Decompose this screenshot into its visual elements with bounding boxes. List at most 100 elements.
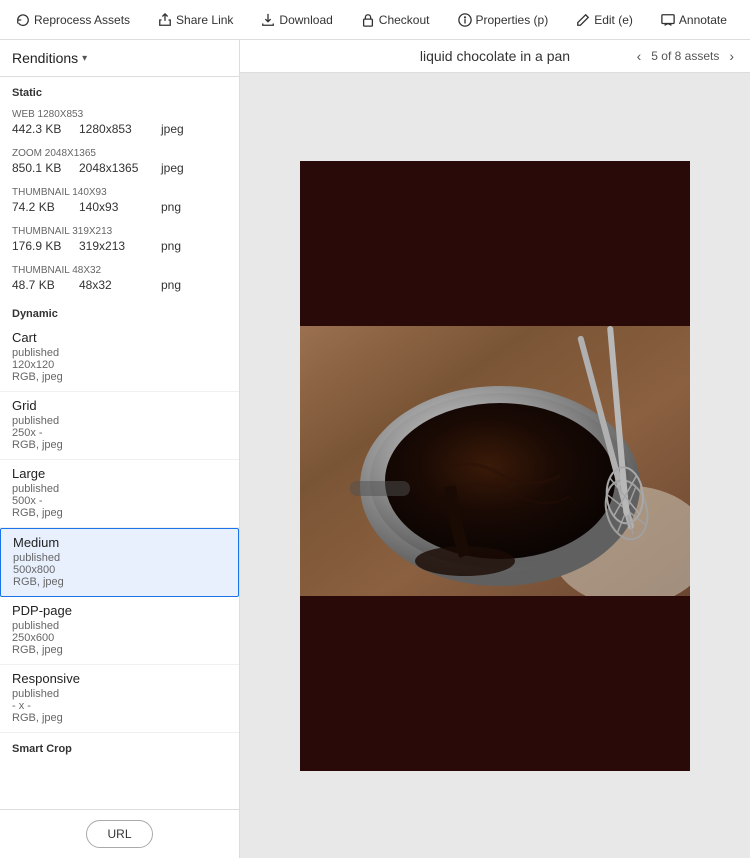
dynamic-item-meta1: published [12, 483, 227, 495]
chocolate-svg [300, 326, 690, 596]
rendition-format: png [161, 200, 181, 214]
chevron-down-icon[interactable]: ▾ [82, 53, 87, 64]
edit-icon [576, 13, 590, 27]
image-middle-section [300, 326, 690, 596]
rendition-details: 74.2 KB 140x93 png [12, 200, 227, 214]
dynamic-rendition-item[interactable]: Cart published 120x120 RGB, jpeg [0, 324, 239, 392]
rendition-details: 48.7 KB 48x32 png [12, 278, 227, 292]
dynamic-item-meta2: - x - [12, 700, 227, 712]
prev-asset-button[interactable]: ‹ [633, 46, 646, 66]
right-panel: liquid chocolate in a pan ‹ 5 of 8 asset… [240, 40, 750, 858]
dynamic-rendition-item[interactable]: Responsive published - x - RGB, jpeg [0, 665, 239, 733]
dynamic-item-meta2: 500x - [12, 495, 227, 507]
dynamic-item-meta1: published [12, 347, 227, 359]
image-display [300, 161, 690, 771]
dynamic-items-list: Cart published 120x120 RGB, jpeg Grid pu… [0, 324, 239, 733]
dynamic-item-meta2: 250x - [12, 427, 227, 439]
dynamic-item-name: Medium [13, 535, 226, 550]
reprocess-icon [16, 13, 30, 27]
dynamic-item-meta3: RGB, jpeg [12, 712, 227, 724]
url-button[interactable]: URL [86, 820, 152, 848]
dynamic-item-meta1: published [12, 415, 227, 427]
rendition-details: 850.1 KB 2048x1365 jpeg [12, 161, 227, 175]
main-content: Renditions ▾ Static WEB 1280X853 442.3 K… [0, 40, 750, 858]
dynamic-item-meta3: RGB, jpeg [13, 576, 226, 588]
dynamic-item-name: Cart [12, 330, 227, 345]
rendition-label: THUMBNAIL 140X93 [12, 187, 227, 198]
static-rendition-item[interactable]: THUMBNAIL 319X213 176.9 KB 319x213 png [0, 220, 239, 259]
rendition-dims: 140x93 [79, 200, 149, 214]
dynamic-item-meta2: 500x800 [13, 564, 226, 576]
dynamic-item-meta3: RGB, jpeg [12, 507, 227, 519]
dynamic-item-name: Responsive [12, 671, 227, 686]
viewer-nav: ‹ 5 of 8 assets › [633, 46, 738, 66]
dynamic-item-meta3: RGB, jpeg [12, 439, 227, 451]
renditions-scroll[interactable]: Static WEB 1280X853 442.3 KB 1280x853 jp… [0, 77, 239, 809]
rendition-label: THUMBNAIL 319X213 [12, 226, 227, 237]
share-link-button[interactable]: Share Link [150, 9, 241, 31]
viewer-header: liquid chocolate in a pan ‹ 5 of 8 asset… [240, 40, 750, 73]
static-section-header: Static [0, 77, 239, 103]
dynamic-item-meta1: published [13, 552, 226, 564]
static-items-list: WEB 1280X853 442.3 KB 1280x853 jpeg ZOOM… [0, 103, 239, 298]
download-icon [261, 13, 275, 27]
viewer-title: liquid chocolate in a pan [420, 48, 570, 64]
static-rendition-item[interactable]: THUMBNAIL 140X93 74.2 KB 140x93 png [0, 181, 239, 220]
rendition-size: 442.3 KB [12, 122, 67, 136]
left-panel: Renditions ▾ Static WEB 1280X853 442.3 K… [0, 40, 240, 858]
url-button-container: URL [0, 809, 239, 858]
static-rendition-item[interactable]: ZOOM 2048X1365 850.1 KB 2048x1365 jpeg [0, 142, 239, 181]
rendition-label: ZOOM 2048X1365 [12, 148, 227, 159]
dynamic-rendition-item[interactable]: PDP-page published 250x600 RGB, jpeg [0, 597, 239, 665]
annotate-icon [661, 13, 675, 27]
dynamic-rendition-item[interactable]: Large published 500x - RGB, jpeg [0, 460, 239, 528]
dynamic-item-meta1: published [12, 688, 227, 700]
info-icon [458, 13, 472, 27]
smart-crop-section-header: Smart Crop [0, 733, 239, 759]
rendition-format: jpeg [161, 122, 184, 136]
static-rendition-item[interactable]: THUMBNAIL 48X32 48.7 KB 48x32 png [0, 259, 239, 298]
dynamic-item-meta2: 250x600 [12, 632, 227, 644]
toolbar: Reprocess Assets Share Link Download Che… [0, 0, 750, 40]
dynamic-item-meta2: 120x120 [12, 359, 227, 371]
dynamic-item-name: Grid [12, 398, 227, 413]
share-icon [158, 13, 172, 27]
dynamic-rendition-item[interactable]: Medium published 500x800 RGB, jpeg [0, 528, 239, 597]
panel-title: Renditions [12, 50, 78, 66]
checkout-button[interactable]: Checkout [353, 9, 438, 31]
dynamic-item-meta3: RGB, jpeg [12, 644, 227, 656]
rendition-label: THUMBNAIL 48X32 [12, 265, 227, 276]
dynamic-item-meta1: published [12, 620, 227, 632]
dynamic-item-name: PDP-page [12, 603, 227, 618]
dynamic-item-meta3: RGB, jpeg [12, 371, 227, 383]
next-asset-button[interactable]: › [725, 46, 738, 66]
static-rendition-item[interactable]: WEB 1280X853 442.3 KB 1280x853 jpeg [0, 103, 239, 142]
rendition-details: 176.9 KB 319x213 png [12, 239, 227, 253]
annotate-button[interactable]: Annotate [653, 9, 735, 31]
panel-header: Renditions ▾ [0, 40, 239, 77]
download-button[interactable]: Download [253, 9, 340, 31]
rendition-dims: 48x32 [79, 278, 149, 292]
asset-count: 5 of 8 assets [651, 49, 719, 63]
rendition-dims: 2048x1365 [79, 161, 149, 175]
dynamic-section-header: Dynamic [0, 298, 239, 324]
rendition-details: 442.3 KB 1280x853 jpeg [12, 122, 227, 136]
dynamic-rendition-item[interactable]: Grid published 250x - RGB, jpeg [0, 392, 239, 460]
properties-button[interactable]: Properties (p) [450, 9, 557, 31]
rendition-size: 48.7 KB [12, 278, 67, 292]
rendition-dims: 319x213 [79, 239, 149, 253]
image-top-section [300, 161, 690, 326]
rendition-format: png [161, 278, 181, 292]
rendition-size: 850.1 KB [12, 161, 67, 175]
chocolate-scene [300, 326, 690, 596]
dynamic-item-name: Large [12, 466, 227, 481]
reprocess-assets-button[interactable]: Reprocess Assets [8, 9, 138, 31]
rendition-dims: 1280x853 [79, 122, 149, 136]
rendition-size: 74.2 KB [12, 200, 67, 214]
rendition-format: png [161, 239, 181, 253]
image-bottom-section [300, 596, 690, 771]
rendition-size: 176.9 KB [12, 239, 67, 253]
rendition-format: jpeg [161, 161, 184, 175]
edit-button[interactable]: Edit (e) [568, 9, 641, 31]
image-container [240, 73, 750, 858]
